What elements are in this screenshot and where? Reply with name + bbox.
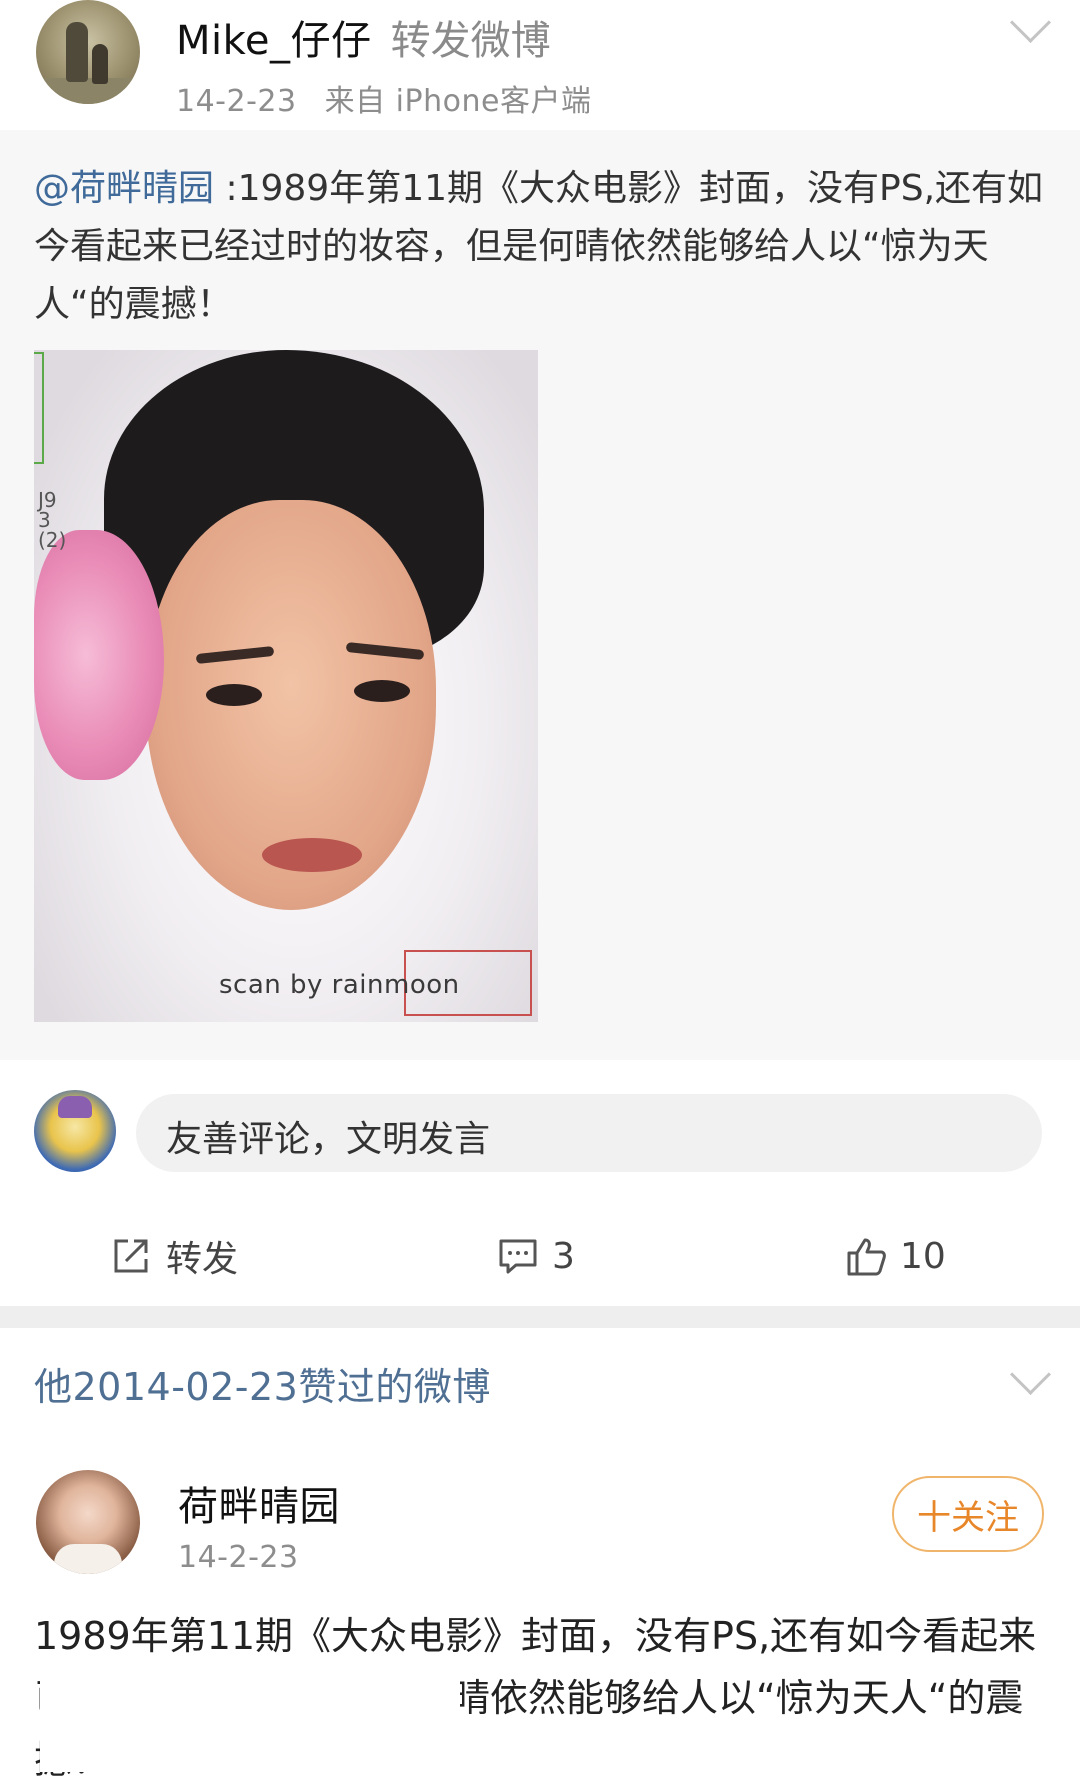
comment-placeholder: 友善评论，文明发言 (166, 1119, 491, 1160)
cover-lips (262, 838, 362, 872)
avatar2-hat (58, 1096, 92, 1118)
repost-button[interactable]: 转发 (112, 1228, 238, 1284)
follow-button[interactable]: 十关注 (892, 1476, 1044, 1552)
text-redaction-mask (40, 1672, 460, 1772)
chevron-down-icon[interactable] (1009, 1, 1052, 44)
liked-author-avatar[interactable] (36, 1470, 140, 1574)
liked-section-title: 他2014-02-23赞过的微博 (34, 1365, 491, 1409)
user-avatar[interactable] (36, 0, 140, 104)
like-count: 10 (900, 1235, 946, 1277)
avatar-ground (36, 78, 140, 104)
cover-left-eye (206, 684, 262, 706)
like-button[interactable]: 10 (846, 1228, 946, 1284)
retweet-image[interactable]: J9 3 (2) scan by rainmoon (34, 350, 538, 1022)
comment-button[interactable]: 3 (498, 1228, 575, 1284)
avatar3-shirt (54, 1544, 122, 1574)
repost-label: 转发 (166, 1239, 239, 1280)
cover-right-eye (354, 680, 410, 702)
avatar-figure-adult (66, 22, 88, 82)
cover-green-mark (34, 352, 44, 464)
cover-caption: scan by rainmoon (219, 970, 460, 1000)
liked-post-date: 14-2-23 (178, 1540, 299, 1575)
section-separator (0, 1306, 1080, 1328)
comment-icon (498, 1237, 537, 1275)
post-meta: 14-2-23 来自 iPhone客户端 (176, 76, 591, 120)
liked-author-name[interactable]: 荷畔晴园 (178, 1474, 340, 1532)
post-source: 来自 iPhone客户端 (324, 84, 592, 119)
post-header-line: Mike_仔仔 转发微博 (176, 8, 551, 66)
chevron-down-icon[interactable] (1009, 1353, 1052, 1396)
avatar-figure-child (92, 44, 108, 84)
cover-side-mark: J9 3 (2) (38, 488, 67, 552)
comment-count: 3 (552, 1235, 575, 1277)
post-date: 14-2-23 (176, 84, 297, 119)
post-action-label: 转发微博 (390, 18, 551, 64)
thumbs-up-icon (846, 1237, 886, 1276)
retweet-mention[interactable]: @荷畔晴园 (34, 168, 214, 209)
retweet-text: @荷畔晴园 :1989年第11期《大众电影》封面，没有PS,还有如今看起来已经过… (34, 160, 1044, 334)
current-user-avatar[interactable] (34, 1090, 116, 1172)
author-name[interactable]: Mike_仔仔 (176, 18, 371, 64)
repost-icon (112, 1237, 150, 1275)
